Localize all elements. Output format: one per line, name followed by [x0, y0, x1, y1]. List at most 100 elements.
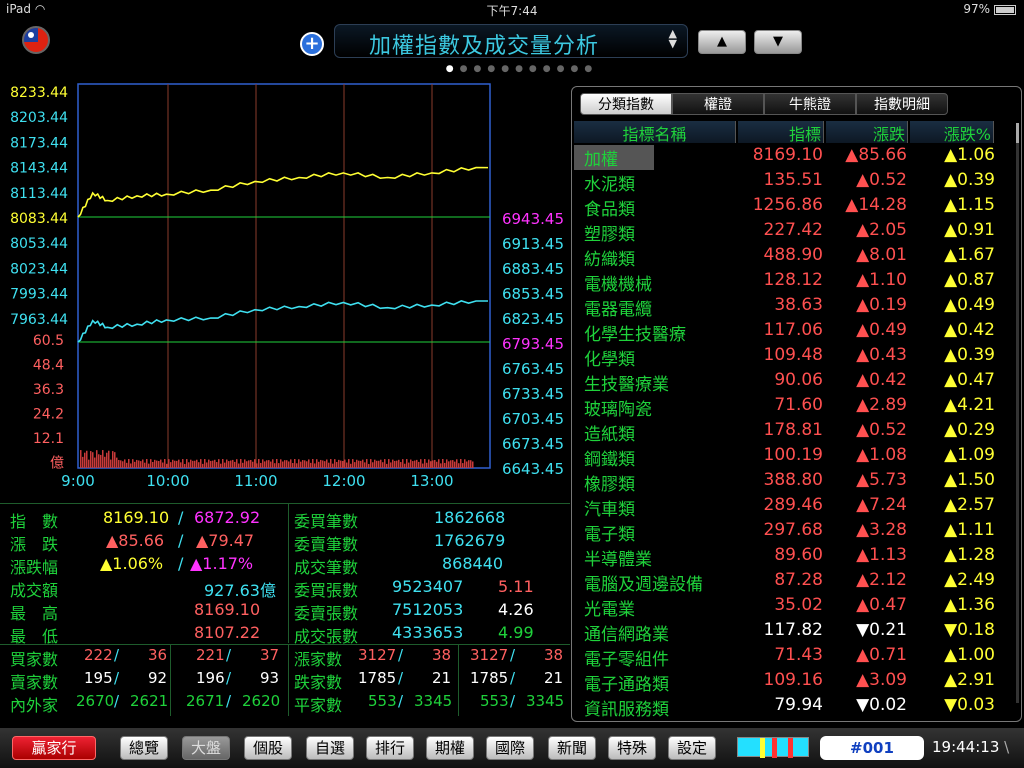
sector-change: ▲3.28 [856, 520, 907, 540]
prev-page-button[interactable]: ▲ [698, 30, 746, 54]
sector-value: 109.48 [763, 345, 823, 365]
volume-bar [258, 459, 260, 468]
volume-bar [382, 462, 384, 468]
volume-bar [454, 461, 456, 468]
sector-row[interactable]: 電子類 297.68 ▲3.28 ▲1.11 [572, 520, 1021, 545]
taiwan-flag-icon[interactable] [22, 26, 50, 54]
header-name[interactable]: 指標名稱 [574, 121, 736, 144]
sector-value: 1256.86 [752, 195, 823, 215]
sector-value: 90.06 [774, 370, 823, 390]
volume-bar [470, 460, 472, 468]
sector-row[interactable]: 加權 8169.10 ▲85.66 ▲1.06 [572, 145, 1021, 170]
sector-name: 資訊服務類 [584, 700, 669, 720]
volume-bar [360, 460, 362, 468]
volume-bar [326, 459, 328, 468]
nav-stock-button[interactable]: 個股 [244, 736, 292, 760]
sector-row[interactable]: 資訊服務類 79.94 ▼0.02 ▼0.03 [572, 695, 1021, 720]
volume-bar [268, 460, 270, 468]
sector-row[interactable]: 水泥類 135.51 ▲0.52 ▲0.39 [572, 170, 1021, 195]
sector-row[interactable]: 汽車類 289.46 ▲7.24 ▲2.57 [572, 495, 1021, 520]
next-page-button[interactable]: ▼ [754, 30, 802, 54]
right-axis-label: 6703.45 [502, 410, 564, 428]
sector-value: 100.19 [763, 445, 823, 465]
volume-bar [376, 460, 378, 468]
volume-bar [140, 461, 142, 468]
inout-c: 2671 [186, 692, 225, 710]
sector-row[interactable]: 電腦及週邊設備 87.28 ▲2.12 ▲2.49 [572, 570, 1021, 595]
sector-row[interactable]: 造紙類 178.81 ▲0.52 ▲0.29 [572, 420, 1021, 445]
sector-value: 38.63 [774, 295, 823, 315]
sector-value: 117.82 [763, 620, 823, 640]
inout-label: 內外家 [10, 696, 59, 715]
volume-bar [472, 461, 474, 468]
tab-cbbc[interactable]: 牛熊證 [764, 93, 856, 115]
volume-bar [192, 460, 194, 468]
nav-futures-button[interactable]: 期權 [426, 736, 474, 760]
brand-button[interactable]: 贏家行 [12, 736, 96, 760]
sector-change: ▲85.66 [845, 145, 907, 165]
table-header: 指標名稱 指標 漲跌 漲跌% [572, 121, 1021, 144]
volume-bar [120, 460, 122, 468]
sector-row[interactable]: 食品類 1256.86 ▲14.28 ▲1.15 [572, 195, 1021, 220]
sector-row[interactable]: 電機機械 128.12 ▲1.10 ▲0.87 [572, 270, 1021, 295]
sector-row[interactable]: 生技醫療業 90.06 ▲0.42 ▲0.47 [572, 370, 1021, 395]
index-stats: 指 數 8169.10 / 6872.92 委買筆數 1862668 漲 跌 ▲… [0, 503, 570, 718]
down-a: 1785 [358, 669, 397, 687]
nav-overview-button[interactable]: 總覽 [120, 736, 168, 760]
header-value[interactable]: 指標 [738, 121, 824, 144]
nav-news-button[interactable]: 新聞 [548, 736, 596, 760]
volume-bar [234, 461, 236, 468]
sector-row[interactable]: 半導體業 89.60 ▲1.13 ▲1.28 [572, 545, 1021, 570]
volume-bar [446, 459, 448, 468]
tab-sector-index[interactable]: 分類指數 [580, 93, 672, 115]
add-icon[interactable]: + [300, 32, 324, 56]
separator: / [178, 531, 184, 550]
sector-row[interactable]: 電子零組件 71.43 ▲0.71 ▲1.00 [572, 645, 1021, 670]
sector-row[interactable]: 紡織類 488.90 ▲8.01 ▲1.67 [572, 245, 1021, 270]
sector-name: 水泥類 [584, 175, 635, 195]
sector-row[interactable]: 光電業 35.02 ▲0.47 ▲1.36 [572, 595, 1021, 620]
inout-a: 2670 [76, 692, 115, 710]
down-d: 21 [544, 669, 564, 687]
sector-pct: ▼0.03 [944, 695, 995, 715]
volume-bar [114, 452, 116, 468]
nav-settings-button[interactable]: 設定 [668, 736, 716, 760]
volume-bar [216, 462, 218, 468]
header-change[interactable]: 漲跌 [826, 121, 908, 144]
up-b: 38 [432, 646, 452, 664]
list-scrollbar[interactable] [1016, 123, 1019, 703]
nav-ranking-button[interactable]: 排行 [366, 736, 414, 760]
nav-special-button[interactable]: 特殊 [608, 736, 656, 760]
volume-bar [340, 460, 342, 468]
index-value: 8169.10 [103, 508, 170, 527]
sector-value: 8169.10 [752, 145, 823, 165]
stock-code-field[interactable]: #001 [820, 736, 924, 760]
header-pct[interactable]: 漲跌% [910, 121, 994, 144]
sector-row[interactable]: 玻璃陶瓷 71.60 ▲2.89 ▲4.21 [572, 395, 1021, 420]
page-indicator[interactable]: ●●●●●●●●●●● [0, 64, 1024, 74]
nav-watchlist-button[interactable]: 自選 [306, 736, 354, 760]
left-axis-label: 7993.44 [10, 287, 68, 303]
volume-bar [398, 459, 400, 468]
left-axis-label: 8203.44 [10, 110, 68, 126]
nav-international-button[interactable]: 國際 [486, 736, 534, 760]
sector-row[interactable]: 電子通路類 109.16 ▲3.09 ▲2.91 [572, 670, 1021, 695]
sector-name: 電子類 [584, 525, 635, 545]
sector-row[interactable]: 電器電纜 38.63 ▲0.19 ▲0.49 [572, 295, 1021, 320]
down-label: 跌家數 [294, 673, 343, 692]
sector-row[interactable]: 鋼鐵類 100.19 ▲1.08 ▲1.09 [572, 445, 1021, 470]
sector-row[interactable]: 化學生技醫療 117.06 ▲0.49 ▲0.42 [572, 320, 1021, 345]
volume-bar [128, 459, 130, 468]
sector-row[interactable]: 塑膠類 227.42 ▲2.05 ▲0.91 [572, 220, 1021, 245]
tab-index-detail[interactable]: 指數明細 [856, 93, 948, 115]
sector-row[interactable]: 橡膠類 388.80 ▲5.73 ▲1.50 [572, 470, 1021, 495]
sector-pct: ▲0.39 [944, 170, 995, 190]
page-title-selector[interactable]: 加權指數及成交量分析 ▲ ▼ [334, 24, 688, 59]
sector-row[interactable]: 通信網路業 117.82 ▼0.21 ▼0.18 [572, 620, 1021, 645]
plot-frame [77, 83, 491, 469]
sector-row[interactable]: 化學類 109.48 ▲0.43 ▲0.39 [572, 345, 1021, 370]
nav-market-button[interactable]: 大盤 [182, 736, 230, 760]
tab-warrants[interactable]: 權證 [672, 93, 764, 115]
battery-icon [994, 4, 1016, 15]
volume-bar [194, 460, 196, 468]
